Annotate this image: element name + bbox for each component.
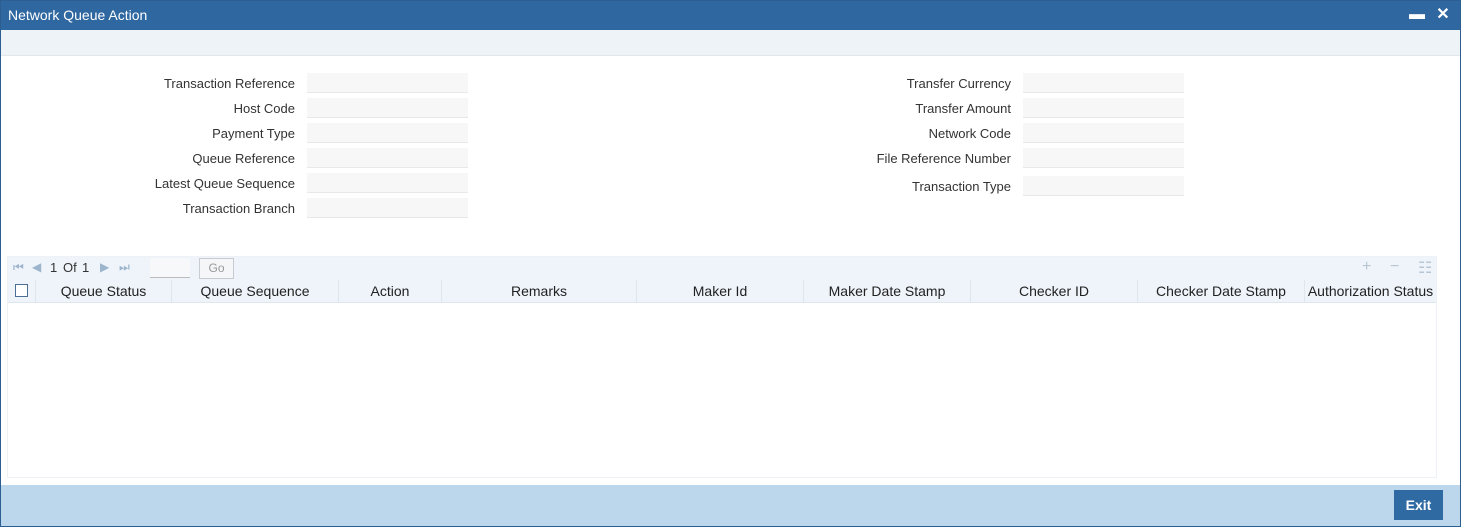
total-pages: 1 xyxy=(82,260,90,275)
minimize-icon[interactable]: ▬ xyxy=(1406,4,1428,26)
transfer-amount-label: Transfer Amount xyxy=(915,101,1011,116)
transfer-currency-field[interactable] xyxy=(1023,73,1184,93)
payment-type-field[interactable] xyxy=(307,123,468,143)
transaction-type-label: Transaction Type xyxy=(912,179,1011,194)
queue-reference-field[interactable] xyxy=(307,148,468,168)
close-icon[interactable]: ✕ xyxy=(1432,4,1454,26)
table-row[interactable] xyxy=(8,302,1436,310)
next-page-icon[interactable]: ▶ xyxy=(100,260,109,274)
title-bar: Network Queue Action ▬ ✕ xyxy=(1,1,1460,30)
latest-queue-sequence-label: Latest Queue Sequence xyxy=(154,176,295,191)
add-row-icon[interactable]: + xyxy=(1362,258,1371,276)
column-header-queue-status[interactable]: Queue Status xyxy=(36,280,172,302)
column-header-remarks[interactable]: Remarks xyxy=(442,280,637,302)
select-all-cell xyxy=(8,280,36,302)
last-page-icon[interactable]: ⏭ xyxy=(119,260,130,275)
file-reference-number-field[interactable] xyxy=(1023,148,1184,168)
column-header-queue-sequence[interactable]: Queue Sequence xyxy=(172,280,339,302)
page-number-input[interactable] xyxy=(150,258,190,278)
go-button[interactable]: Go xyxy=(199,258,234,279)
column-header-authorization-status[interactable]: Authorization Status xyxy=(1305,280,1436,302)
column-header-checker-date-stamp[interactable]: Checker Date Stamp xyxy=(1138,280,1305,302)
transfer-amount-field[interactable] xyxy=(1023,98,1184,118)
transaction-branch-field[interactable] xyxy=(307,198,468,218)
column-header-action[interactable]: Action xyxy=(339,280,442,302)
network-code-label: Network Code xyxy=(928,126,1011,141)
page-of-label: Of xyxy=(63,260,77,275)
view-list-icon[interactable]: ☷ xyxy=(1418,258,1432,278)
host-code-field[interactable] xyxy=(307,98,468,118)
column-header-maker-id[interactable]: Maker Id xyxy=(637,280,804,302)
delete-row-icon[interactable]: − xyxy=(1390,258,1399,276)
queue-action-grid: ⏮ ◀ 1 Of 1 ▶ ⏭ Go + − ☷ Queue Status Que… xyxy=(7,256,1437,478)
latest-queue-sequence-field[interactable] xyxy=(307,173,468,193)
network-queue-action-window: Network Queue Action ▬ ✕ Transaction Ref… xyxy=(0,0,1461,527)
payment-type-label: Payment Type xyxy=(212,126,295,141)
transaction-type-field[interactable] xyxy=(1023,176,1184,196)
exit-button[interactable]: Exit xyxy=(1394,490,1443,520)
column-header-maker-date-stamp[interactable]: Maker Date Stamp xyxy=(804,280,971,302)
network-code-field[interactable] xyxy=(1023,123,1184,143)
toolbar-strip xyxy=(1,30,1460,56)
transfer-currency-label: Transfer Currency xyxy=(906,76,1011,91)
transaction-reference-label: Transaction Reference xyxy=(163,76,295,91)
grid-pager: ⏮ ◀ 1 Of 1 ▶ ⏭ Go + − ☷ xyxy=(8,257,1436,280)
grid-header-row: Queue Status Queue Sequence Action Remar… xyxy=(8,280,1436,303)
first-page-icon[interactable]: ⏮ xyxy=(13,260,24,275)
window-title: Network Queue Action xyxy=(8,7,148,23)
footer-bar: Exit xyxy=(1,485,1460,526)
select-all-checkbox[interactable] xyxy=(15,284,28,297)
host-code-label: Host Code xyxy=(233,101,295,116)
previous-page-icon[interactable]: ◀ xyxy=(32,260,41,274)
transaction-reference-field[interactable] xyxy=(307,73,468,93)
transaction-branch-label: Transaction Branch xyxy=(182,201,295,216)
current-page: 1 xyxy=(50,260,58,275)
queue-reference-label: Queue Reference xyxy=(192,151,295,166)
file-reference-number-label: File Reference Number xyxy=(876,151,1011,166)
column-header-checker-id[interactable]: Checker ID xyxy=(971,280,1138,302)
